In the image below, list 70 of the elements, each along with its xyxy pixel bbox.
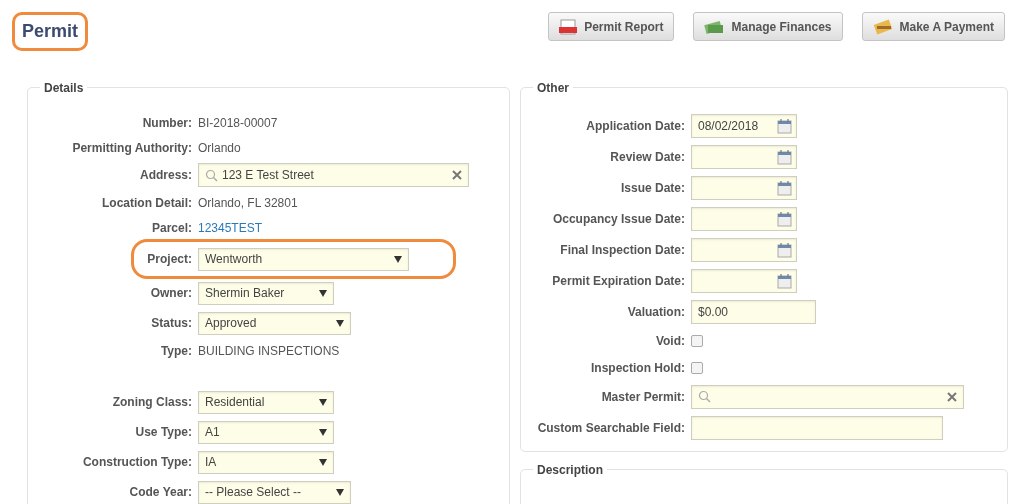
field-value: Orlando, FL 32801 (198, 194, 298, 212)
field-value: BI-2018-00007 (198, 114, 278, 132)
checkbox[interactable] (691, 334, 703, 347)
date-field[interactable] (691, 237, 797, 262)
field-label: Custom Searchable Field: (536, 419, 685, 437)
field-label: Permitting Authority: (71, 139, 192, 157)
date-field[interactable]: 08/02/2018 (691, 113, 797, 138)
caret-icon (336, 319, 344, 327)
checkbox[interactable] (691, 361, 703, 374)
field-label: Code Year: (128, 484, 192, 501)
calendar-icon[interactable] (777, 148, 792, 165)
field-value: Orlando (198, 139, 241, 157)
dropdown[interactable]: Shermin Baker (198, 281, 334, 305)
field-label: Final Inspection Date: (559, 241, 685, 259)
input-field[interactable]: $0.00 (691, 299, 816, 324)
field-label: Type: (159, 342, 192, 360)
date-field[interactable] (691, 268, 797, 293)
field-label: Review Date: (609, 148, 685, 166)
field-label: Project: (146, 251, 192, 268)
dropdown[interactable]: A1 (198, 420, 334, 444)
field-label: Address: (139, 167, 192, 184)
document-icon (559, 18, 578, 35)
page-title: Permit (22, 20, 79, 43)
caret-icon (394, 255, 402, 263)
search-icon (205, 168, 218, 182)
calendar-icon[interactable] (777, 241, 792, 258)
field-label: Location Detail: (101, 194, 192, 212)
field-label: Master Permit: (600, 388, 685, 406)
calendar-icon[interactable] (777, 179, 792, 196)
field-label: Construction Type: (81, 454, 192, 471)
field-label: Valuation: (626, 303, 685, 321)
field-label: Owner: (149, 285, 192, 302)
field-label: Application Date: (585, 117, 685, 135)
caret-icon (319, 398, 327, 406)
field-label: Void: (654, 332, 685, 350)
field-label: Number: (141, 114, 192, 132)
parcel-link[interactable]: 12345TEST (198, 218, 263, 237)
dropdown[interactable]: -- Please Select -- (198, 480, 351, 504)
toolbar-button[interactable]: Permit Report (548, 12, 675, 41)
field-value: BUILDING INSPECTIONS (198, 342, 340, 360)
field-label: Inspection Hold: (590, 359, 685, 377)
field-label: Zoning Class: (111, 394, 192, 411)
clear-icon[interactable] (452, 170, 462, 180)
date-field[interactable] (691, 144, 797, 169)
caret-icon (319, 428, 327, 436)
search-icon (698, 390, 711, 403)
search-field[interactable] (691, 384, 964, 409)
field-label: Status: (150, 315, 192, 332)
caret-icon (319, 289, 327, 297)
dropdown[interactable]: Wentworth (198, 247, 409, 271)
field-label: Use Type: (134, 424, 192, 441)
input-field[interactable] (691, 415, 943, 440)
field-label: Issue Date: (619, 179, 685, 197)
field-label: Parcel: (150, 219, 192, 237)
search-field[interactable]: 123 E Test Street (198, 163, 469, 187)
caret-icon (319, 458, 327, 466)
toolbar-button[interactable]: Make A Payment (861, 12, 1005, 41)
date-field[interactable] (691, 175, 797, 200)
dropdown[interactable]: Approved (198, 311, 351, 335)
field-label: Occupancy Issue Date: (551, 210, 685, 228)
caret-icon (336, 488, 344, 496)
dropdown[interactable]: IA (198, 450, 334, 474)
date-field[interactable] (691, 206, 797, 231)
calendar-icon[interactable] (777, 210, 792, 227)
field-label: Permit Expiration Date: (551, 272, 685, 290)
toolbar-button[interactable]: Manage Finances (693, 12, 843, 41)
clear-icon[interactable] (947, 391, 957, 402)
dropdown[interactable]: Residential (198, 390, 334, 414)
calendar-icon[interactable] (777, 272, 792, 289)
calendar-icon[interactable] (777, 117, 792, 134)
